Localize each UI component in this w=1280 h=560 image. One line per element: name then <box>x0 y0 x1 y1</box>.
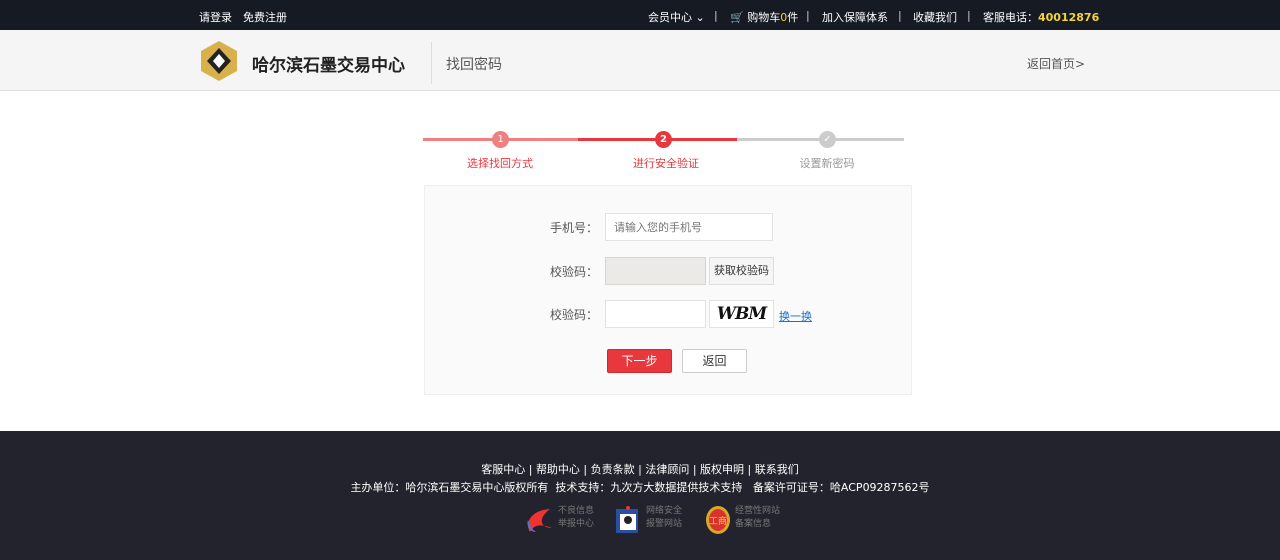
member-center-label: 会员中心 <box>648 11 692 24</box>
police-icon[interactable] <box>614 505 642 535</box>
back-button[interactable]: 返回 <box>682 349 747 373</box>
logo-icon[interactable] <box>198 40 240 82</box>
chevron-down-icon: ⌄ <box>695 11 705 24</box>
footer-info: 主办单位：哈尔滨石墨交易中心版权所有 技术支持：九次方大数据提供技术支持 备案许… <box>350 481 930 494</box>
captcha-label: 校验码： <box>549 308 598 322</box>
step-2-circle: 2 <box>655 131 672 148</box>
badge-text: 备案信息 <box>735 519 772 529</box>
get-code-button[interactable]: 获取校验码 <box>709 257 774 285</box>
divider: | <box>967 9 971 22</box>
phone-number: 40012876 <box>1038 11 1100 24</box>
badge-text: 网络安全 <box>646 506 683 516</box>
login-link[interactable]: 请登录 <box>199 9 232 25</box>
site-name: 哈尔滨石墨交易中心 <box>252 56 405 76</box>
top-bar: 请登录 免费注册 会员中心 ⌄ | 🛒 购物车0件 | 加入保障体系 | 收藏我… <box>0 0 1280 30</box>
divider: | <box>898 9 902 22</box>
footer-link[interactable]: 负责条款 <box>591 463 635 476</box>
step-1-label: 选择找回方式 <box>467 157 533 170</box>
divider: | <box>714 9 718 22</box>
badge-text: 不良信息 <box>558 506 595 516</box>
refresh-captcha-link[interactable]: 换一换 <box>779 308 812 324</box>
phone-input[interactable] <box>605 213 773 241</box>
divider <box>431 42 432 84</box>
footer-link[interactable]: 版权申明 <box>700 463 744 476</box>
cart-link[interactable]: 🛒 购物车0件 <box>730 9 798 25</box>
home-link[interactable]: 返回首页> <box>1027 55 1085 72</box>
check-icon: ✓ <box>819 131 836 148</box>
sms-code-label: 校验码： <box>549 265 598 279</box>
member-center-menu[interactable]: 会员中心 ⌄ <box>648 9 705 25</box>
register-link[interactable]: 免费注册 <box>243 9 287 25</box>
header: 哈尔滨石墨交易中心 找回密码 返回首页> <box>0 30 1280 91</box>
badge-text: 经营性网站 <box>735 506 781 516</box>
svg-text:工商: 工商 <box>709 515 727 527</box>
captcha-image: WBM <box>709 300 774 328</box>
favorite-link[interactable]: 收藏我们 <box>913 9 957 25</box>
footer-link[interactable]: 帮助中心 <box>536 463 580 476</box>
cart-icon: 🛒 <box>730 11 744 24</box>
footer-link[interactable]: 联系我们 <box>755 463 799 476</box>
badge-police[interactable]: 网络安全 报警网站 <box>646 505 682 531</box>
report-center-icon[interactable] <box>522 506 554 534</box>
footer-link[interactable]: 客服中心 <box>481 463 525 476</box>
badge-report[interactable]: 不良信息 举报中心 <box>558 505 594 531</box>
badge-text: 举报中心 <box>558 519 595 529</box>
step-2-label: 进行安全验证 <box>633 157 699 170</box>
sms-code-input[interactable] <box>605 257 706 285</box>
cart-suffix: 件 <box>787 11 799 24</box>
phone-label: 手机号： <box>549 221 598 235</box>
footer-link[interactable]: 法律顾问 <box>645 463 689 476</box>
footer-links: 客服中心 | 帮助中心 | 负责条款 | 法律顾问 | 版权申明 | 联系我们 <box>481 463 799 476</box>
hotline: 客服电话：40012876 <box>983 9 1099 25</box>
next-button[interactable]: 下一步 <box>607 349 672 373</box>
captcha-input[interactable] <box>605 300 706 328</box>
phone-label: 客服电话： <box>983 11 1038 24</box>
join-link[interactable]: 加入保障体系 <box>822 9 888 25</box>
business-license-icon[interactable]: 工商 <box>705 505 731 535</box>
step-1-circle: 1 <box>492 131 509 148</box>
step-3-label: 设置新密码 <box>799 157 855 170</box>
cart-label: 购物车 <box>747 11 781 24</box>
divider: | <box>806 9 810 22</box>
footer: 客服中心 | 帮助中心 | 负责条款 | 法律顾问 | 版权申明 | 联系我们 … <box>0 431 1280 560</box>
badge-business[interactable]: 经营性网站 备案信息 <box>735 505 780 531</box>
page-title: 找回密码 <box>446 57 502 73</box>
badge-text: 报警网站 <box>646 519 683 529</box>
